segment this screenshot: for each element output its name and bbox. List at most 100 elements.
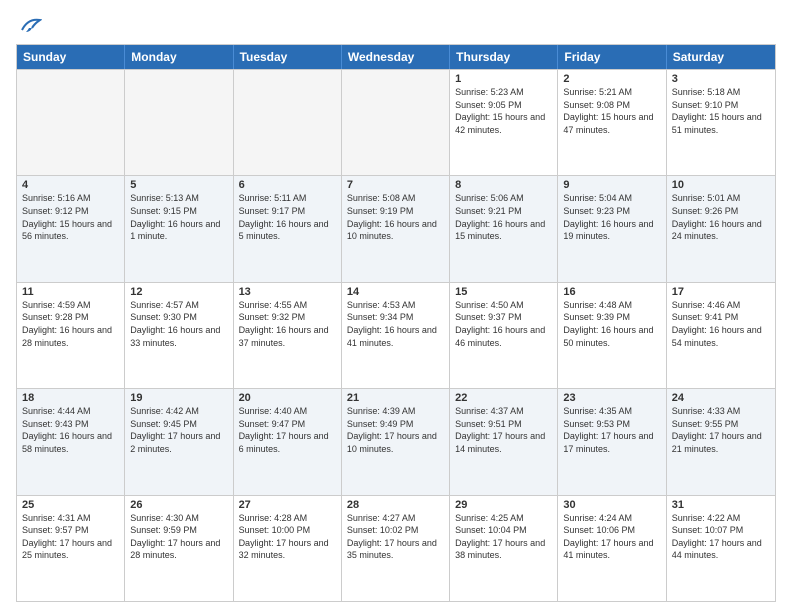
calendar-cell-11: 11Sunrise: 4:59 AM Sunset: 9:28 PM Dayli… (17, 283, 125, 388)
weekday-header-tuesday: Tuesday (234, 45, 342, 69)
day-number: 24 (672, 392, 770, 404)
cell-info: Sunrise: 4:55 AM Sunset: 9:32 PM Dayligh… (239, 299, 336, 349)
cell-info: Sunrise: 5:16 AM Sunset: 9:12 PM Dayligh… (22, 192, 119, 242)
calendar-cell-8: 8Sunrise: 5:06 AM Sunset: 9:21 PM Daylig… (450, 176, 558, 281)
cell-info: Sunrise: 4:39 AM Sunset: 9:49 PM Dayligh… (347, 405, 444, 455)
calendar-cell-18: 18Sunrise: 4:44 AM Sunset: 9:43 PM Dayli… (17, 389, 125, 494)
calendar-body: 1Sunrise: 5:23 AM Sunset: 9:05 PM Daylig… (17, 69, 775, 601)
cell-info: Sunrise: 4:46 AM Sunset: 9:41 PM Dayligh… (672, 299, 770, 349)
cell-info: Sunrise: 4:25 AM Sunset: 10:04 PM Daylig… (455, 512, 552, 562)
day-number: 3 (672, 73, 770, 85)
calendar-cell-15: 15Sunrise: 4:50 AM Sunset: 9:37 PM Dayli… (450, 283, 558, 388)
day-number: 15 (455, 286, 552, 298)
day-number: 11 (22, 286, 119, 298)
calendar-cell-27: 27Sunrise: 4:28 AM Sunset: 10:00 PM Dayl… (234, 496, 342, 601)
cell-info: Sunrise: 4:53 AM Sunset: 9:34 PM Dayligh… (347, 299, 444, 349)
calendar-cell-12: 12Sunrise: 4:57 AM Sunset: 9:30 PM Dayli… (125, 283, 233, 388)
calendar-cell-20: 20Sunrise: 4:40 AM Sunset: 9:47 PM Dayli… (234, 389, 342, 494)
calendar-cell-empty-0-3 (342, 70, 450, 175)
cell-info: Sunrise: 4:33 AM Sunset: 9:55 PM Dayligh… (672, 405, 770, 455)
calendar-cell-28: 28Sunrise: 4:27 AM Sunset: 10:02 PM Dayl… (342, 496, 450, 601)
cell-info: Sunrise: 5:01 AM Sunset: 9:26 PM Dayligh… (672, 192, 770, 242)
calendar-cell-23: 23Sunrise: 4:35 AM Sunset: 9:53 PM Dayli… (558, 389, 666, 494)
day-number: 4 (22, 179, 119, 191)
calendar-cell-24: 24Sunrise: 4:33 AM Sunset: 9:55 PM Dayli… (667, 389, 775, 494)
calendar-cell-9: 9Sunrise: 5:04 AM Sunset: 9:23 PM Daylig… (558, 176, 666, 281)
cell-info: Sunrise: 4:57 AM Sunset: 9:30 PM Dayligh… (130, 299, 227, 349)
day-number: 17 (672, 286, 770, 298)
cell-info: Sunrise: 4:31 AM Sunset: 9:57 PM Dayligh… (22, 512, 119, 562)
day-number: 18 (22, 392, 119, 404)
calendar-cell-6: 6Sunrise: 5:11 AM Sunset: 9:17 PM Daylig… (234, 176, 342, 281)
calendar-cell-3: 3Sunrise: 5:18 AM Sunset: 9:10 PM Daylig… (667, 70, 775, 175)
cell-info: Sunrise: 4:30 AM Sunset: 9:59 PM Dayligh… (130, 512, 227, 562)
cell-info: Sunrise: 4:48 AM Sunset: 9:39 PM Dayligh… (563, 299, 660, 349)
calendar-cell-26: 26Sunrise: 4:30 AM Sunset: 9:59 PM Dayli… (125, 496, 233, 601)
calendar-cell-7: 7Sunrise: 5:08 AM Sunset: 9:19 PM Daylig… (342, 176, 450, 281)
cell-info: Sunrise: 4:24 AM Sunset: 10:06 PM Daylig… (563, 512, 660, 562)
calendar-row-2: 11Sunrise: 4:59 AM Sunset: 9:28 PM Dayli… (17, 282, 775, 388)
cell-info: Sunrise: 5:06 AM Sunset: 9:21 PM Dayligh… (455, 192, 552, 242)
cell-info: Sunrise: 4:59 AM Sunset: 9:28 PM Dayligh… (22, 299, 119, 349)
day-number: 31 (672, 499, 770, 511)
cell-info: Sunrise: 5:21 AM Sunset: 9:08 PM Dayligh… (563, 86, 660, 136)
calendar-cell-16: 16Sunrise: 4:48 AM Sunset: 9:39 PM Dayli… (558, 283, 666, 388)
calendar-cell-22: 22Sunrise: 4:37 AM Sunset: 9:51 PM Dayli… (450, 389, 558, 494)
calendar-cell-21: 21Sunrise: 4:39 AM Sunset: 9:49 PM Dayli… (342, 389, 450, 494)
calendar-cell-5: 5Sunrise: 5:13 AM Sunset: 9:15 PM Daylig… (125, 176, 233, 281)
header (16, 16, 776, 34)
calendar-cell-17: 17Sunrise: 4:46 AM Sunset: 9:41 PM Dayli… (667, 283, 775, 388)
calendar-row-0: 1Sunrise: 5:23 AM Sunset: 9:05 PM Daylig… (17, 69, 775, 175)
weekday-header-wednesday: Wednesday (342, 45, 450, 69)
day-number: 23 (563, 392, 660, 404)
day-number: 19 (130, 392, 227, 404)
weekday-header-friday: Friday (558, 45, 666, 69)
day-number: 16 (563, 286, 660, 298)
weekday-header-thursday: Thursday (450, 45, 558, 69)
calendar-cell-1: 1Sunrise: 5:23 AM Sunset: 9:05 PM Daylig… (450, 70, 558, 175)
cell-info: Sunrise: 4:37 AM Sunset: 9:51 PM Dayligh… (455, 405, 552, 455)
cell-info: Sunrise: 5:13 AM Sunset: 9:15 PM Dayligh… (130, 192, 227, 242)
logo-bird-icon (20, 16, 42, 34)
cell-info: Sunrise: 4:27 AM Sunset: 10:02 PM Daylig… (347, 512, 444, 562)
calendar-cell-25: 25Sunrise: 4:31 AM Sunset: 9:57 PM Dayli… (17, 496, 125, 601)
day-number: 5 (130, 179, 227, 191)
cell-info: Sunrise: 4:50 AM Sunset: 9:37 PM Dayligh… (455, 299, 552, 349)
cell-info: Sunrise: 4:40 AM Sunset: 9:47 PM Dayligh… (239, 405, 336, 455)
calendar: SundayMondayTuesdayWednesdayThursdayFrid… (16, 44, 776, 602)
weekday-header-saturday: Saturday (667, 45, 775, 69)
cell-info: Sunrise: 4:22 AM Sunset: 10:07 PM Daylig… (672, 512, 770, 562)
cell-info: Sunrise: 5:23 AM Sunset: 9:05 PM Dayligh… (455, 86, 552, 136)
calendar-cell-10: 10Sunrise: 5:01 AM Sunset: 9:26 PM Dayli… (667, 176, 775, 281)
calendar-cell-14: 14Sunrise: 4:53 AM Sunset: 9:34 PM Dayli… (342, 283, 450, 388)
logo (16, 16, 44, 34)
cell-info: Sunrise: 4:42 AM Sunset: 9:45 PM Dayligh… (130, 405, 227, 455)
calendar-cell-13: 13Sunrise: 4:55 AM Sunset: 9:32 PM Dayli… (234, 283, 342, 388)
calendar-cell-30: 30Sunrise: 4:24 AM Sunset: 10:06 PM Dayl… (558, 496, 666, 601)
calendar-cell-empty-0-2 (234, 70, 342, 175)
calendar-row-1: 4Sunrise: 5:16 AM Sunset: 9:12 PM Daylig… (17, 175, 775, 281)
page: SundayMondayTuesdayWednesdayThursdayFrid… (0, 0, 792, 612)
calendar-header: SundayMondayTuesdayWednesdayThursdayFrid… (17, 45, 775, 69)
calendar-row-3: 18Sunrise: 4:44 AM Sunset: 9:43 PM Dayli… (17, 388, 775, 494)
day-number: 20 (239, 392, 336, 404)
cell-info: Sunrise: 4:44 AM Sunset: 9:43 PM Dayligh… (22, 405, 119, 455)
day-number: 2 (563, 73, 660, 85)
cell-info: Sunrise: 5:11 AM Sunset: 9:17 PM Dayligh… (239, 192, 336, 242)
day-number: 10 (672, 179, 770, 191)
day-number: 1 (455, 73, 552, 85)
cell-info: Sunrise: 5:08 AM Sunset: 9:19 PM Dayligh… (347, 192, 444, 242)
calendar-cell-empty-0-0 (17, 70, 125, 175)
day-number: 9 (563, 179, 660, 191)
day-number: 12 (130, 286, 227, 298)
weekday-header-sunday: Sunday (17, 45, 125, 69)
day-number: 29 (455, 499, 552, 511)
calendar-cell-empty-0-1 (125, 70, 233, 175)
cell-info: Sunrise: 5:04 AM Sunset: 9:23 PM Dayligh… (563, 192, 660, 242)
calendar-row-4: 25Sunrise: 4:31 AM Sunset: 9:57 PM Dayli… (17, 495, 775, 601)
cell-info: Sunrise: 4:35 AM Sunset: 9:53 PM Dayligh… (563, 405, 660, 455)
day-number: 25 (22, 499, 119, 511)
day-number: 27 (239, 499, 336, 511)
day-number: 6 (239, 179, 336, 191)
calendar-cell-19: 19Sunrise: 4:42 AM Sunset: 9:45 PM Dayli… (125, 389, 233, 494)
